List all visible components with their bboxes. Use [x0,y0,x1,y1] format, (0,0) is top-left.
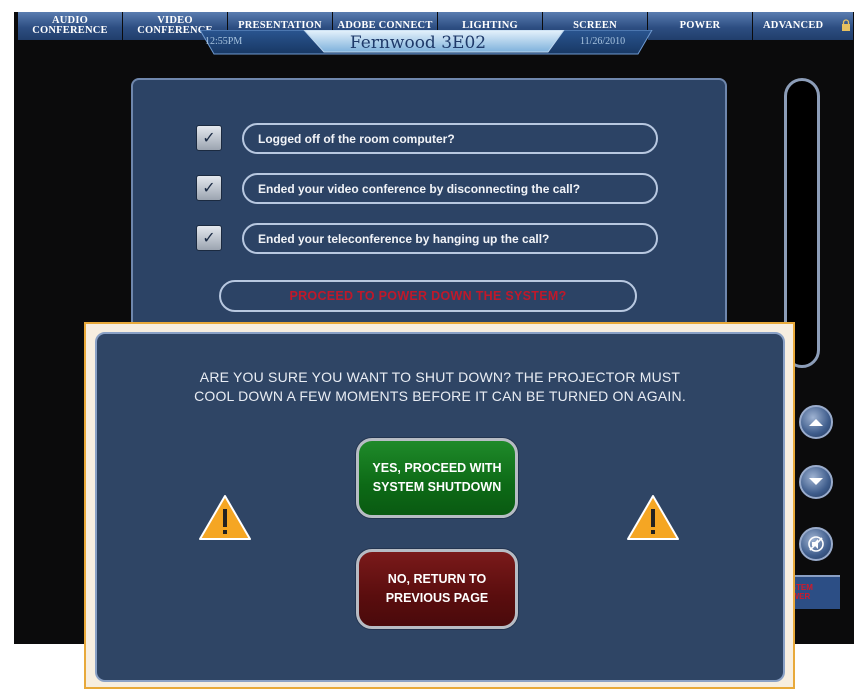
checkmark-icon: ✓ [202,180,216,197]
dialog-message-line: COOL DOWN A FEW MOMENTS BEFORE IT CAN BE… [194,388,686,404]
scroll-down-button[interactable] [799,465,833,499]
checkbox[interactable]: ✓ [196,225,222,251]
nav-audio-conference[interactable]: AUDIO CONFERENCE [18,12,123,40]
lock-icon [842,19,850,31]
dialog-message: ARE YOU SURE YOU WANT TO SHUT DOWN? THE … [95,368,785,406]
checklist-label: Logged off of the room computer? [242,123,658,154]
nav-advanced[interactable]: ADVANCED [753,12,854,40]
warning-icon [199,495,251,540]
chevron-up-icon [809,419,823,426]
nav-label: POWER [679,20,721,31]
return-previous-page-button[interactable]: NO, RETURN TO PREVIOUS PAGE [356,549,518,629]
header-date: 11/26/2010 [580,36,626,47]
confirm-shutdown-button[interactable]: YES, PROCEED WITH SYSTEM SHUTDOWN [356,438,518,518]
header-time: 12:55PM [205,36,243,47]
checkbox[interactable]: ✓ [196,175,222,201]
room-name: Fernwood 3E02 [349,33,487,53]
warning-icon [627,495,679,540]
proceed-power-down-button[interactable]: PROCEED TO POWER DOWN THE SYSTEM? [219,280,637,312]
mute-button[interactable] [799,527,833,561]
chevron-down-icon [809,478,823,485]
checklist-label: Ended your video conference by disconnec… [242,173,658,204]
mute-icon [808,536,824,552]
checkmark-icon: ✓ [202,230,216,247]
dialog-message-line: ARE YOU SURE YOU WANT TO SHUT DOWN? THE … [199,369,681,385]
checkmark-icon: ✓ [202,130,216,147]
checklist-label: Ended your teleconference by hanging up … [242,223,658,254]
nav-label: CONFERENCE [32,25,108,36]
scroll-up-button[interactable] [799,405,833,439]
checkbox[interactable]: ✓ [196,125,222,151]
nav-label: ADVANCED [763,20,824,31]
